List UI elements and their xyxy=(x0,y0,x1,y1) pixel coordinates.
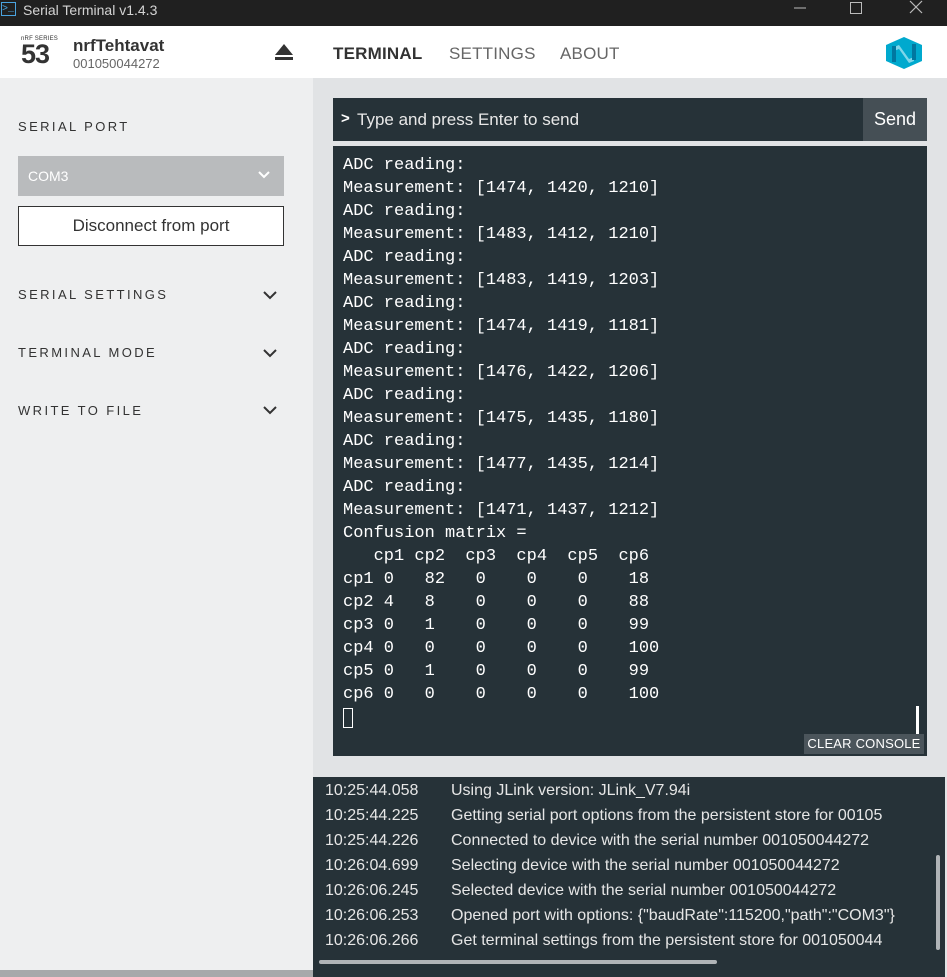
minimize-button[interactable] xyxy=(777,0,823,26)
chevron-down-icon[interactable] xyxy=(263,406,277,415)
terminal-line: Measurement: [1477, 1435, 1214] xyxy=(343,455,660,474)
log-timestamp: 10:25:44.225 xyxy=(325,807,419,824)
terminal-line: cp1 0 82 0 0 0 18 xyxy=(343,570,650,589)
selected-port-value: COM3 xyxy=(28,168,69,184)
terminal-line: ADC reading: xyxy=(343,156,466,175)
terminal-line: cp3 0 1 0 0 0 99 xyxy=(343,616,650,635)
log-message: Connected to device with the serial numb… xyxy=(451,832,870,849)
log-message: Selecting device with the serial number … xyxy=(451,857,840,874)
terminal-line: Measurement: [1483, 1419, 1203] xyxy=(343,271,660,290)
terminal-line: cp1 cp2 cp3 cp4 cp5 cp6 xyxy=(343,547,650,566)
terminal-line: cp5 0 1 0 0 0 99 xyxy=(343,662,650,681)
log-message: Getting serial port options from the per… xyxy=(451,807,883,824)
tab-about[interactable]: ABOUT xyxy=(560,44,620,64)
terminal-scrollbar[interactable] xyxy=(916,706,919,734)
log-timestamp: 10:26:06.253 xyxy=(325,907,419,924)
terminal-line: Measurement: [1475, 1435, 1180] xyxy=(343,409,660,428)
terminal-line: Measurement: [1476, 1422, 1206] xyxy=(343,363,660,382)
serial-port-select[interactable]: COM3 xyxy=(18,156,284,196)
eject-device-button[interactable] xyxy=(275,44,293,61)
clear-console-button[interactable]: CLEAR CONSOLE xyxy=(804,734,924,754)
send-input[interactable] xyxy=(357,98,857,141)
log-message: Selected device with the serial number 0… xyxy=(451,882,837,899)
terminal-line: ADC reading: xyxy=(343,340,466,359)
prompt-icon: > xyxy=(341,110,350,127)
log-timestamp: 10:26:06.266 xyxy=(325,932,419,949)
terminal-line: cp6 0 0 0 0 0 100 xyxy=(343,685,660,704)
section-serial-settings[interactable]: SERIAL SETTINGS xyxy=(18,287,168,302)
log-vertical-scrollbar[interactable] xyxy=(936,855,940,950)
terminal-line: Measurement: [1474, 1419, 1181] xyxy=(343,317,660,336)
terminal-panel: > Send ADC reading: Measurement: [1474, … xyxy=(313,78,947,777)
log-timestamp: 10:26:06.245 xyxy=(325,882,419,899)
app-header: nRF SERIES 53 nrfTehtavat 001050044272 T… xyxy=(0,26,947,78)
terminal-line: ADC reading: xyxy=(343,432,466,451)
send-bar: > xyxy=(333,98,863,141)
log-horizontal-scrollbar[interactable] xyxy=(319,960,717,964)
nordic-logo xyxy=(886,37,922,69)
maximize-icon xyxy=(850,2,862,14)
terminal-line: cp4 0 0 0 0 0 100 xyxy=(343,639,660,658)
terminal-line: ADC reading: xyxy=(343,386,466,405)
log-panel[interactable]: 10:25:44.058 Using JLink version: JLink_… xyxy=(313,777,947,977)
terminal-line: cp2 4 8 0 0 0 88 xyxy=(343,593,650,612)
chevron-down-icon xyxy=(258,171,270,179)
device-name[interactable]: nrfTehtavat xyxy=(73,36,164,56)
terminal-line: Measurement: [1474, 1420, 1210] xyxy=(343,179,660,198)
terminal-line: ADC reading: xyxy=(343,478,466,497)
log-message: Get terminal settings from the persisten… xyxy=(451,932,883,949)
maximize-button[interactable] xyxy=(833,0,879,26)
log-timestamp: 10:25:44.058 xyxy=(325,782,419,799)
terminal-line: ADC reading: xyxy=(343,202,466,221)
terminal-line: Measurement: [1483, 1412, 1210] xyxy=(343,225,660,244)
sidebar: SERIAL PORT COM3 Disconnect from port SE… xyxy=(0,78,313,977)
log-timestamp: 10:26:04.699 xyxy=(325,857,419,874)
window-titlebar: >_ Serial Terminal v1.4.3 xyxy=(0,0,947,26)
nrf-series-logo: nRF SERIES 53 xyxy=(21,36,59,69)
serial-port-heading: SERIAL PORT xyxy=(18,119,130,134)
send-button[interactable]: Send xyxy=(863,98,927,141)
chevron-down-icon[interactable] xyxy=(263,291,277,300)
log-message: Opened port with options: {"baudRate":11… xyxy=(451,907,895,924)
terminal-line: Confusion matrix = xyxy=(343,524,527,543)
tab-terminal[interactable]: TERMINAL xyxy=(333,44,422,64)
terminal-app-icon: >_ xyxy=(1,2,16,16)
disconnect-button[interactable]: Disconnect from port xyxy=(18,206,284,246)
terminal-output[interactable]: ADC reading: Measurement: [1474, 1420, 1… xyxy=(333,146,927,756)
eject-icon xyxy=(275,44,293,60)
close-window-button[interactable] xyxy=(893,0,939,26)
log-message: Using JLink version: JLink_V7.94i xyxy=(451,782,691,799)
terminal-line: ADC reading: xyxy=(343,248,466,267)
terminal-cursor xyxy=(343,708,353,728)
nordic-logo-icon xyxy=(886,37,922,69)
window-title: Serial Terminal v1.4.3 xyxy=(23,2,158,18)
chevron-down-icon[interactable] xyxy=(263,349,277,358)
terminal-line: Measurement: [1471, 1437, 1212] xyxy=(343,501,660,520)
sidebar-bottom-scrollbar[interactable] xyxy=(0,970,313,977)
log-timestamp: 10:25:44.226 xyxy=(325,832,419,849)
close-icon xyxy=(909,0,923,14)
minimize-icon xyxy=(794,7,806,9)
device-serial: 001050044272 xyxy=(73,56,160,71)
section-terminal-mode[interactable]: TERMINAL MODE xyxy=(18,345,157,360)
tab-settings[interactable]: SETTINGS xyxy=(449,44,536,64)
terminal-line: ADC reading: xyxy=(343,294,466,313)
section-write-to-file[interactable]: WRITE TO FILE xyxy=(18,403,143,418)
